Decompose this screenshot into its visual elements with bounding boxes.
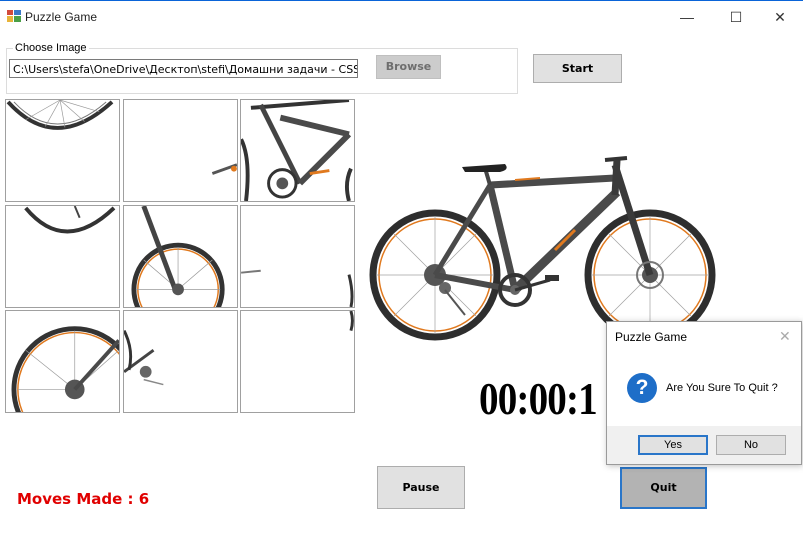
yes-button[interactable]: Yes bbox=[638, 435, 708, 455]
close-button[interactable]: ✕ bbox=[757, 3, 803, 31]
dialog-message: Are You Sure To Quit ? bbox=[666, 382, 778, 394]
question-icon: ? bbox=[627, 373, 657, 403]
puzzle-tile[interactable] bbox=[5, 99, 120, 202]
timer-display: 00:00:1 bbox=[479, 373, 598, 424]
dialog-body: ? Are You Sure To Quit ? bbox=[607, 352, 801, 426]
puzzle-tile[interactable] bbox=[5, 205, 120, 308]
no-button[interactable]: No bbox=[716, 435, 786, 455]
quit-confirm-dialog: Puzzle Game ✕ ? Are You Sure To Quit ? Y… bbox=[606, 321, 802, 465]
quit-button[interactable]: Quit bbox=[620, 467, 707, 509]
dialog-close-icon[interactable]: ✕ bbox=[779, 328, 791, 345]
maximize-button[interactable]: ☐ bbox=[713, 3, 759, 31]
puzzle-tile[interactable] bbox=[123, 310, 238, 413]
puzzle-tile-empty[interactable] bbox=[240, 310, 355, 413]
bike-preview-image bbox=[369, 156, 716, 341]
puzzle-tile[interactable] bbox=[240, 99, 355, 202]
moves-label: Moves Made : bbox=[17, 490, 139, 508]
moves-count: 6 bbox=[138, 490, 150, 508]
puzzle-tile[interactable] bbox=[123, 205, 238, 308]
title-bar[interactable]: Puzzle Game — ☐ ✕ bbox=[0, 1, 803, 31]
minimize-button[interactable]: — bbox=[664, 3, 710, 31]
app-icon bbox=[7, 10, 21, 22]
dialog-title-bar[interactable]: Puzzle Game ✕ bbox=[607, 322, 801, 352]
puzzle-tile[interactable] bbox=[240, 205, 355, 308]
pause-button[interactable]: Pause bbox=[377, 466, 465, 509]
dialog-title: Puzzle Game bbox=[615, 330, 688, 344]
window-title: Puzzle Game bbox=[25, 10, 98, 24]
puzzle-tile[interactable] bbox=[5, 310, 120, 413]
puzzle-tile[interactable] bbox=[123, 99, 238, 202]
browse-button[interactable]: Browse bbox=[376, 55, 441, 79]
moves-counter: Moves Made : 6 bbox=[17, 490, 149, 508]
image-path-input[interactable]: C:\Users\stefa\OneDrive\Десктоп\stefi\До… bbox=[9, 59, 358, 78]
puzzle-grid bbox=[5, 99, 357, 415]
start-button[interactable]: Start bbox=[533, 54, 622, 83]
choose-image-label: Choose Image bbox=[13, 42, 89, 54]
